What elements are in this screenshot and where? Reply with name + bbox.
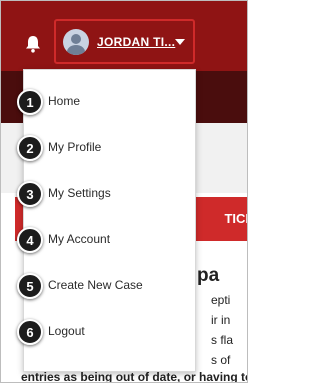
step-marker-5: 5 — [17, 273, 43, 299]
chevron-down-icon — [175, 39, 185, 45]
menu-item-create-new-case[interactable]: Create New Case — [24, 262, 195, 308]
screenshot-frame: JORDAN TI... TICI pa epti ir in s fla s … — [0, 0, 248, 383]
menu-item-label: My Account — [48, 232, 111, 246]
user-name: JORDAN TI... — [97, 34, 176, 49]
background-cta-text: TICI — [224, 211, 248, 226]
user-menu-trigger[interactable]: JORDAN TI... — [54, 19, 195, 64]
step-marker-2: 2 — [17, 135, 43, 161]
menu-item-label: My Settings — [48, 186, 111, 200]
background-heading-fragment: pa — [197, 265, 220, 286]
user-dropdown-menu: Home My Profile My Settings My Account C… — [23, 69, 196, 372]
menu-item-my-settings[interactable]: My Settings — [24, 170, 195, 216]
user-avatar-icon — [63, 28, 89, 55]
background-text-fragment: s of — [211, 353, 231, 367]
menu-item-my-account[interactable]: My Account — [24, 216, 195, 262]
step-marker-4: 4 — [17, 227, 43, 253]
bell-icon[interactable] — [23, 34, 43, 54]
background-text-fragment: ir in — [211, 313, 231, 327]
menu-item-label: Create New Case — [48, 278, 143, 292]
step-marker-3: 3 — [17, 181, 43, 207]
menu-item-my-profile[interactable]: My Profile — [24, 124, 195, 170]
background-text-fragment: s fla — [211, 333, 234, 347]
menu-item-logout[interactable]: Logout — [24, 308, 195, 354]
menu-item-label: Logout — [48, 324, 85, 338]
top-header: JORDAN TI... — [1, 1, 247, 71]
menu-item-label: Home — [48, 94, 81, 108]
step-marker-6: 6 — [17, 319, 43, 345]
menu-item-label: My Profile — [48, 140, 102, 154]
step-marker-1: 1 — [17, 89, 43, 115]
background-text-fragment: epti — [211, 293, 231, 307]
menu-item-home[interactable]: Home — [24, 78, 195, 124]
